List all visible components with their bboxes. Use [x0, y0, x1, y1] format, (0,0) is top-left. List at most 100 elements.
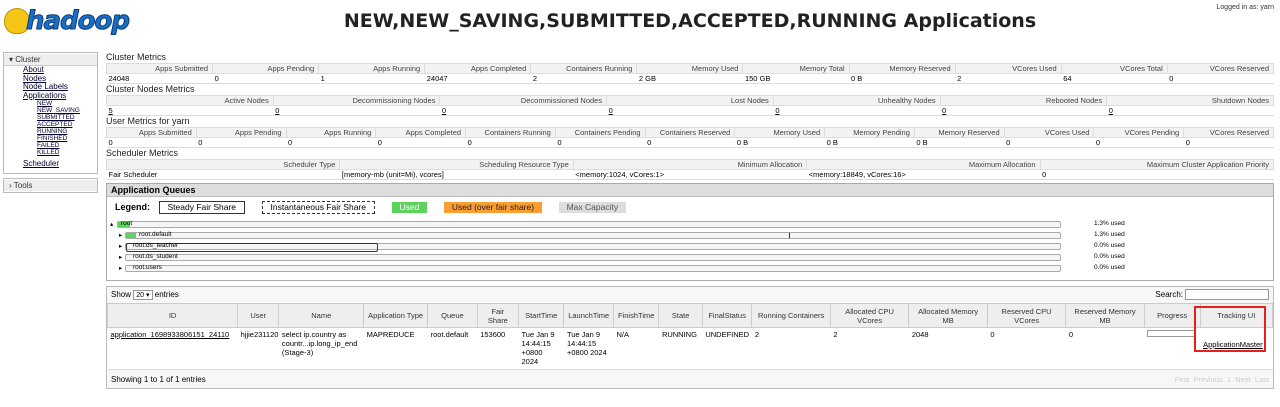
queue-bar — [125, 243, 1061, 252]
application-master-link[interactable]: ApplicationMaster — [1203, 340, 1263, 349]
queue-row-default[interactable]: ▸ root.default 1.3% used — [107, 230, 1273, 241]
nav-state-accepted[interactable]: ACCEPTED — [4, 121, 97, 128]
column-header-sortable[interactable]: Progress — [1143, 303, 1201, 328]
metric-value: 0 — [375, 137, 466, 148]
queue-name: root.ds_student — [133, 253, 178, 260]
metric-value: 0 — [606, 105, 774, 116]
queue-name: root.ds_teacher — [133, 242, 179, 249]
app-alloc-cpu: 2 — [830, 327, 909, 370]
col-header: Minimum Allocation — [572, 159, 808, 170]
metric-value: 0 — [940, 105, 1107, 116]
tools-nav: › Tools — [3, 177, 98, 193]
column-header-sortable[interactable]: State — [658, 303, 703, 328]
metric-value: 0 — [1004, 137, 1094, 148]
applications-table: ID User Name Application Type Queue Fair Shar… — [106, 303, 1274, 370]
col-header: Containers Pending — [554, 127, 646, 138]
metric-value: 0 — [1167, 73, 1274, 84]
column-header-sortable[interactable]: Reserved CPU VCores — [986, 303, 1067, 328]
column-header-sortable[interactable]: Queue — [427, 303, 478, 328]
nav-state-killed[interactable]: KILLED — [4, 149, 97, 156]
app-finish-time: N/A — [613, 327, 659, 370]
app-user: hjjie231120 — [237, 327, 279, 370]
cluster-toggle[interactable]: ▾ Cluster — [4, 54, 97, 66]
column-header-sortable[interactable]: Allocated CPU VCores — [829, 303, 910, 328]
hadoop-logo[interactable]: hadoop — [4, 4, 131, 42]
queue-name: root.users — [133, 264, 162, 271]
nav-state-failed[interactable]: FAILED — [4, 142, 97, 149]
user-metrics-title: User Metrics for yarn — [106, 116, 190, 126]
nodes-metrics-table: Active Nodes Decommissioning Nodes Decommi… — [106, 95, 1274, 116]
app-id-link[interactable]: application_1698933806151_24110 — [107, 327, 238, 370]
col-header: VCores Pending — [1093, 127, 1185, 138]
column-header-sortable[interactable]: User — [237, 303, 280, 328]
scheduler-metrics-table: Scheduler Type Scheduling Resource Type Mi… — [105, 159, 1275, 180]
nav-state-new-saving[interactable]: NEW_SAVING — [4, 107, 97, 114]
queue-pct: 0.0% used — [1094, 253, 1125, 260]
col-header: Apps Submitted — [105, 63, 214, 74]
queue-bar — [125, 254, 1061, 261]
pager-page-1[interactable]: 1 — [1227, 375, 1231, 384]
queue-row-ds-teacher[interactable]: ▸ root.ds_teacher 0.0% used — [107, 241, 1273, 252]
metric-value: 0 — [1040, 169, 1274, 180]
app-queue: root.default — [427, 327, 478, 370]
queue-row-root[interactable]: ▴ root 1.3% used — [107, 219, 1273, 230]
metric-value: Fair Scheduler — [106, 169, 340, 180]
queue-row-users[interactable]: ▸ root.users 0.0% used — [107, 263, 1273, 274]
legend-instantaneous-fair-share: Instantaneous Fair Share — [261, 201, 375, 214]
app-res-cpu: 0 — [987, 327, 1066, 370]
application-queues-title: Application Queues — [107, 184, 1273, 197]
col-header: Shutdown Nodes — [1106, 95, 1274, 106]
col-header: Memory Pending — [824, 127, 915, 138]
col-header: Memory Reserved — [848, 63, 956, 74]
metric-value: <memory:18849, vCores:16> — [806, 169, 1041, 180]
column-header-sortable[interactable]: ID — [106, 303, 239, 328]
metric-value: 0 — [212, 73, 319, 84]
metric-value: 0 — [286, 137, 376, 148]
page-size-select[interactable]: 20 ▾ — [133, 290, 153, 300]
nav-applications[interactable]: Applications — [4, 91, 97, 101]
metric-value: 0 B — [734, 137, 825, 148]
pager-last[interactable]: Last — [1255, 375, 1269, 384]
queue-row-ds-student[interactable]: ▸ root.ds_student 0.0% used — [107, 252, 1273, 263]
col-header: VCores Reserved — [1166, 63, 1275, 74]
metric-value: 0 — [555, 137, 646, 148]
nav-state-finished[interactable]: FINISHED — [4, 135, 97, 142]
col-header: VCores Used — [1003, 127, 1095, 138]
metric-value: 5 — [106, 105, 274, 116]
queue-tree: ▴ root 1.3% used ▸ root.default 1.3% use… — [107, 215, 1273, 280]
pager-next[interactable]: Next — [1235, 375, 1250, 384]
tools-toggle[interactable]: › Tools — [4, 179, 97, 191]
column-header-sortable[interactable]: FinishTime — [612, 303, 660, 328]
column-header-sortable[interactable]: Reserved Memory MB — [1065, 303, 1145, 328]
column-header-sortable[interactable]: FinalStatus — [701, 303, 753, 328]
nav-state-new[interactable]: NEW — [4, 100, 97, 107]
column-header-sortable[interactable]: Name — [278, 303, 365, 328]
metric-value: 24047 — [424, 73, 531, 84]
nav-state-running[interactable]: RUNNING — [4, 128, 97, 135]
nav-state-submitted[interactable]: SUBMITTED — [4, 114, 97, 121]
metric-value: 1 — [318, 73, 425, 84]
col-header: VCores Reserved — [1183, 127, 1274, 138]
col-header: Lost Nodes — [606, 95, 774, 106]
column-header-sortable[interactable]: Allocated Memory MB — [908, 303, 988, 328]
column-header-sortable[interactable]: StartTime — [517, 303, 565, 328]
column-header-sortable[interactable]: LaunchTime — [563, 303, 614, 328]
search-input[interactable] — [1185, 289, 1269, 300]
column-header-sortable[interactable]: Running Containers — [751, 303, 831, 328]
nav-scheduler[interactable]: Scheduler — [4, 159, 97, 169]
pager-first[interactable]: First — [1175, 375, 1190, 384]
nav-about[interactable]: About — [4, 65, 97, 75]
applications-panel: Show 20 ▾ entries Search: ID User Name Appl… — [106, 286, 1274, 389]
col-header: Containers Running — [465, 127, 556, 138]
column-header-sortable[interactable]: Fair Share — [476, 303, 520, 328]
table-row[interactable]: application_1698933806151_24110 hjjie231… — [107, 306, 1273, 370]
main-content: Cluster Metrics Apps Submitted Apps Pendi… — [105, 52, 1275, 389]
column-header-sortable[interactable]: Application Type — [363, 303, 429, 328]
app-res-mem: 0 — [1065, 327, 1145, 370]
col-header: Apps Running — [285, 127, 377, 138]
metric-value: 0 B — [824, 137, 915, 148]
logged-in-label: Logged in as: yarn — [1216, 4, 1274, 11]
metric-value: 64 — [1061, 73, 1168, 84]
pager-previous[interactable]: Previous — [1194, 375, 1223, 384]
queue-pct: 0.0% used — [1094, 264, 1125, 271]
